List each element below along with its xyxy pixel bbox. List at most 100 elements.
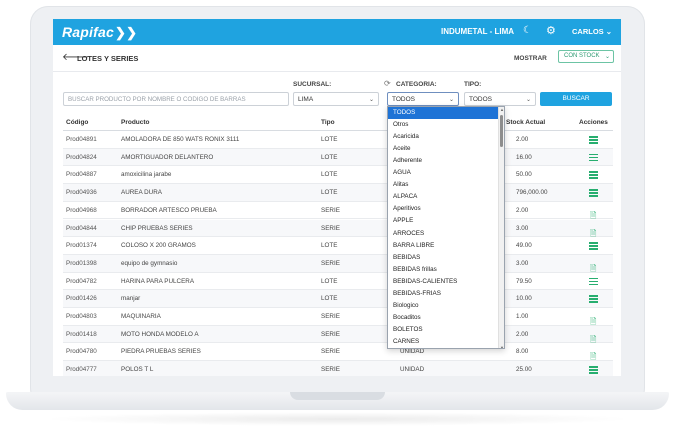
list-icon[interactable] bbox=[588, 293, 600, 304]
product-name: MOTO HONDA MODELO A bbox=[121, 330, 199, 338]
table-row[interactable]: Prod01426 manjar LOTE 10.00 bbox=[63, 290, 613, 308]
column-header-codigo[interactable]: Código bbox=[66, 119, 88, 126]
product-name: MAQUINARIA bbox=[121, 313, 161, 320]
product-unit: UNIDAD bbox=[400, 366, 425, 374]
table-row[interactable]: Prod04891 AMOLADORA DE 850 WATS RONIX 311… bbox=[63, 131, 613, 149]
table-row[interactable]: Prod01374 COLOSO X 200 GRAMOS LOTE 49.00 bbox=[63, 237, 613, 255]
buscar-button[interactable]: BUSCAR bbox=[540, 92, 612, 106]
product-type: SERIE bbox=[321, 313, 340, 320]
dropdown-option[interactable]: Alitas bbox=[388, 179, 500, 191]
moon-icon[interactable]: ☾ bbox=[523, 25, 532, 36]
list-icon[interactable] bbox=[588, 187, 600, 198]
document-icon[interactable]: 🗎 bbox=[588, 311, 600, 326]
table-row[interactable]: Prod04824 AMORTIGUADOR DELANTERO LOTE 16.00 bbox=[63, 148, 613, 167]
column-header-producto[interactable]: Producto bbox=[121, 119, 150, 126]
dropdown-option[interactable]: Acaricida bbox=[388, 131, 500, 143]
dropdown-option[interactable]: Aceite bbox=[388, 143, 500, 155]
user-menu[interactable]: CARLOS ⌄ bbox=[572, 27, 612, 36]
list-icon[interactable] bbox=[588, 240, 600, 251]
dropdown-option[interactable]: BEBIDAS bbox=[388, 252, 500, 264]
product-name: AUREA DURA bbox=[121, 189, 162, 197]
stock-value: 49.00 bbox=[516, 242, 532, 250]
logo-text: Rapifac bbox=[62, 24, 114, 40]
column-header-tipo[interactable]: Tipo bbox=[321, 119, 335, 126]
stock-value: 50.00 bbox=[516, 171, 532, 179]
categoria-value: TODOS bbox=[392, 96, 415, 103]
chevron-down-icon: ⌄ bbox=[525, 97, 531, 103]
dropdown-option[interactable]: Otros bbox=[388, 119, 500, 131]
dropdown-option[interactable]: Biologico bbox=[388, 300, 500, 312]
tipo-select[interactable]: TODOS ⌄ bbox=[464, 92, 536, 106]
table-row[interactable]: Prod04844 CHIP PRUEBAS SERIES SERIE 3.00 🗎 bbox=[63, 219, 613, 238]
document-icon[interactable]: 🗎 bbox=[588, 329, 600, 344]
stock-filter-select[interactable]: CON STOCK ⌄ bbox=[558, 50, 614, 63]
product-type: LOTE bbox=[321, 242, 338, 250]
column-header-stock[interactable]: Stock Actual bbox=[506, 119, 545, 126]
product-code: Prod01418 bbox=[66, 330, 97, 338]
scroll-down-icon[interactable]: ▼ bbox=[499, 345, 504, 348]
list-icon[interactable] bbox=[588, 276, 600, 287]
product-name: manjar bbox=[121, 295, 141, 303]
document-icon[interactable]: 🗎 bbox=[588, 258, 600, 273]
dropdown-option[interactable]: BOLETOS bbox=[388, 324, 500, 336]
dropdown-option[interactable]: Adherente bbox=[388, 155, 500, 167]
list-icon[interactable] bbox=[588, 169, 600, 180]
product-code: Prod04803 bbox=[66, 313, 97, 320]
dropdown-option[interactable]: ARROCES bbox=[388, 228, 500, 240]
stock-value: 2.00 bbox=[516, 206, 529, 214]
table-row[interactable]: Prod04777 POLOS T L SERIE UNIDAD 25.00 bbox=[63, 361, 613, 376]
table-row[interactable]: Prod04936 AUREA DURA LOTE 796,000.00 bbox=[63, 184, 613, 202]
app-logo[interactable]: Rapifac❯❯ bbox=[62, 24, 137, 41]
document-icon[interactable]: 🗎 bbox=[588, 346, 600, 361]
document-icon[interactable]: 🗎 bbox=[588, 205, 600, 220]
table-row[interactable]: Prod01398 equipo de gymnasio SERIE 3.00 🗎 bbox=[63, 254, 613, 273]
scrollbar-thumb[interactable] bbox=[500, 115, 503, 147]
scroll-up-icon[interactable]: ▲ bbox=[499, 107, 504, 112]
page-title: LOTES Y SERIES bbox=[77, 54, 139, 63]
product-type: LOTE bbox=[321, 153, 338, 161]
list-icon[interactable] bbox=[588, 152, 600, 163]
stock-value: 79.50 bbox=[516, 277, 532, 285]
search-input[interactable]: BUSCAR PRODUCTO POR NOMBRE O CODIGO DE B… bbox=[63, 92, 289, 106]
dropdown-option[interactable]: APPLE bbox=[388, 215, 500, 227]
dropdown-option[interactable]: BEBIDAS frillas bbox=[388, 264, 500, 276]
categoria-select[interactable]: TODOS ⌄ bbox=[387, 92, 459, 106]
sucursal-value: LIMA bbox=[298, 96, 314, 103]
stock-value: 3.00 bbox=[516, 259, 529, 267]
gear-icon[interactable]: ⚙ bbox=[546, 24, 556, 37]
table-row[interactable]: Prod01418 MOTO HONDA MODELO A SERIE 2.00 🗎 bbox=[63, 325, 613, 344]
categoria-dropdown-list[interactable]: CARNES BOLETOS Bocaditos Biologico BEBIDAS-F… bbox=[387, 106, 505, 349]
list-icon[interactable] bbox=[588, 134, 600, 145]
dropdown-option[interactable]: BEBIDAS-CALIENTES bbox=[388, 276, 500, 288]
product-name: equipo de gymnasio bbox=[121, 259, 178, 267]
table-row[interactable]: Prod04803 MAQUINARIA SERIE 1.00 🗎 bbox=[63, 308, 613, 326]
categoria-label: CATEGORIA: bbox=[396, 81, 437, 88]
stock-value: 3.00 bbox=[516, 224, 529, 232]
company-name[interactable]: INDUMETAL - LIMA bbox=[441, 27, 514, 36]
table-row[interactable]: Prod04968 BORRADOR ARTESCO PRUEBA SERIE 2.0… bbox=[63, 202, 613, 220]
dropdown-option[interactable]: ALPACA bbox=[388, 191, 500, 203]
dropdown-option[interactable]: TODOS bbox=[388, 107, 500, 119]
top-bar: Rapifac❯❯ INDUMETAL - LIMA ☾ ⚙ CARLOS ⌄ bbox=[53, 19, 621, 45]
app-screen: Rapifac❯❯ INDUMETAL - LIMA ☾ ⚙ CARLOS ⌄ … bbox=[53, 19, 621, 376]
refresh-icon[interactable]: ⟳ bbox=[384, 79, 391, 88]
table-row[interactable]: Prod04887 amoxicilina jarabe LOTE 50.00 bbox=[63, 166, 613, 185]
chevron-down-icon: ⌄ bbox=[368, 97, 374, 103]
table-row[interactable]: Prod04780 PIEDRA PRUEBAS SERIES SERIE UNIDA… bbox=[63, 343, 613, 361]
dropdown-option[interactable]: Bocaditos bbox=[388, 312, 500, 324]
dropdown-scrollbar[interactable]: ▲ ▼ bbox=[498, 107, 504, 348]
document-icon[interactable]: 🗎 bbox=[588, 223, 600, 238]
product-type: SERIE bbox=[321, 259, 340, 267]
mostrar-label: MOSTRAR bbox=[514, 55, 547, 62]
dropdown-option[interactable]: Aperitivos bbox=[388, 203, 500, 215]
stock-value: 796,000.00 bbox=[516, 189, 548, 197]
dropdown-option[interactable]: CARNES bbox=[388, 336, 500, 348]
product-name: CHIP PRUEBAS SERIES bbox=[121, 224, 193, 232]
table-row[interactable]: Prod04782 HARINA PARA PULCERA LOTE 79.50 bbox=[63, 273, 613, 291]
list-icon[interactable] bbox=[588, 364, 600, 375]
dropdown-option[interactable]: AGUA bbox=[388, 167, 500, 179]
dropdown-option[interactable]: BARRA LIBRE bbox=[388, 240, 500, 252]
dropdown-option[interactable]: BEBIDAS-FRIAS bbox=[388, 288, 500, 300]
sucursal-select[interactable]: LIMA ⌄ bbox=[293, 92, 379, 106]
stock-value: 10.00 bbox=[516, 295, 532, 303]
